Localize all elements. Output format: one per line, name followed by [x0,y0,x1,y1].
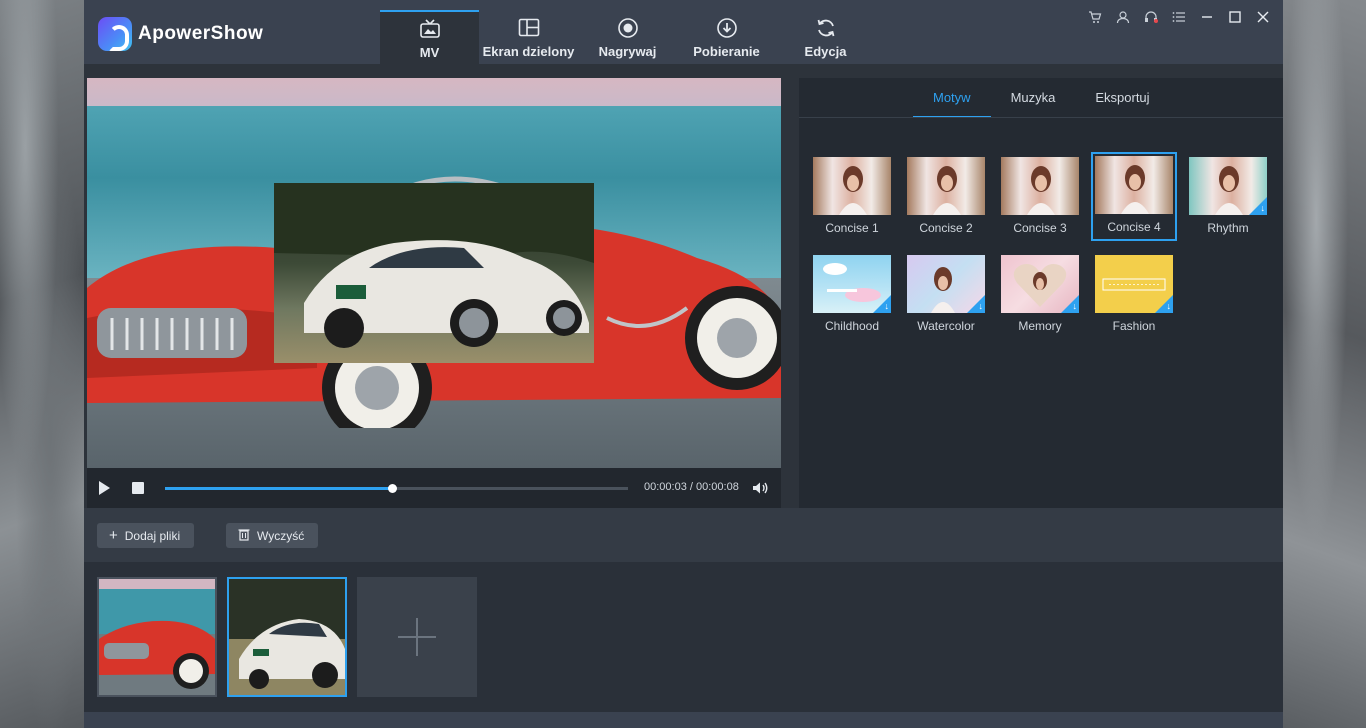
tab-music[interactable]: Muzyka [991,78,1076,118]
progress-bar[interactable] [165,484,628,493]
white-car-image [274,183,594,348]
add-files-button[interactable]: + Dodaj pliki [97,523,195,548]
volume-icon[interactable] [751,479,769,497]
theme-name: Memory [1018,319,1062,333]
clear-button[interactable]: Wyczyść [226,523,319,548]
tab-split-screen-label: Ekran dzielony [482,44,575,59]
record-icon [617,18,638,38]
minimize-icon[interactable] [1197,7,1217,27]
app-window: ApowerShow MV Ekran dzielony Nagrywaj Po… [84,0,1283,728]
trash-icon [238,528,250,544]
tab-download[interactable]: Pobieranie [677,10,776,64]
download-arrow-icon: ↓ [1072,301,1078,311]
close-icon[interactable] [1253,7,1273,27]
download-arrow-icon: ↓ [978,301,984,311]
tab-edit[interactable]: Edycja [776,10,875,64]
overlay-clip-white-car[interactable] [274,183,594,363]
window-controls [1085,7,1273,27]
download-icon [716,18,737,38]
split-screen-icon [518,18,539,37]
menu-icon[interactable] [1169,7,1189,27]
cart-icon[interactable] [1085,7,1105,27]
add-clip-plus-icon-vertical [416,618,418,656]
tab-mv[interactable]: MV [380,10,479,64]
tab-split-screen[interactable]: Ekran dzielony [479,10,578,64]
theme-thumbnail: ↓ [1095,255,1173,313]
desktop-background-right [1283,0,1366,728]
theme-concise-4[interactable]: Concise 4 [1091,152,1177,241]
refresh-icon [817,19,834,37]
theme-thumbnail: ↓ [1189,157,1267,215]
theme-concise-2[interactable]: Concise 2 [907,154,993,242]
theme-thumbnail [907,157,985,215]
main-nav: MV Ekran dzielony Nagrywaj Pobieranie Ed… [380,10,875,64]
plus-icon: + [109,527,118,544]
preview-sky [87,78,781,108]
clip-list [84,562,1283,712]
add-files-label: Dodaj pliki [124,528,181,543]
maximize-icon[interactable] [1225,7,1245,27]
panel-tabs: Motyw Muzyka Eksportuj [913,78,1170,118]
title-bar: ApowerShow MV Ekran dzielony Nagrywaj Po… [84,0,1283,64]
tab-download-label: Pobieranie [693,44,760,59]
theme-thumbnail: ↓ [813,255,891,313]
theme-name: Rhythm [1207,221,1249,235]
stop-icon[interactable] [132,482,144,494]
theme-thumbnail [813,157,891,215]
video-preview[interactable] [87,78,781,468]
panel-divider [799,117,1283,118]
theme-thumbnail: ↓ [907,255,985,313]
download-arrow-icon: ↓ [1260,203,1266,213]
add-clip-button[interactable] [357,577,477,697]
theme-concise-1[interactable]: Concise 1 [813,154,899,242]
apowershow-logo-icon [98,17,132,51]
progress-knob[interactable] [387,484,397,493]
tab-edit-label: Edycja [804,44,847,59]
progress-fill [165,487,392,490]
clip-thumbnail-red-car[interactable] [97,577,217,697]
download-arrow-icon: ↓ [884,301,890,311]
theme-concise-3[interactable]: Concise 3 [1001,154,1087,242]
theme-name: Concise 4 [1107,220,1161,234]
theme-childhood[interactable]: ↓ Childhood [813,252,899,340]
tab-record-label: Nagrywaj [598,44,657,59]
player-controls: 00:00:03 / 00:00:08 [87,468,781,508]
red-car-thumbnail-image [99,579,215,695]
clear-label: Wyczyść [257,528,305,543]
tab-export[interactable]: Eksportuj [1075,78,1169,118]
tab-theme[interactable]: Motyw [913,78,991,118]
theme-thumbnail [1001,157,1079,215]
theme-name: Childhood [824,319,880,333]
theme-name: Concise 3 [1013,221,1067,235]
theme-thumbnail: ↓ [1001,255,1079,313]
theme-watercolor[interactable]: ↓ Watercolor [907,252,993,340]
theme-fashion[interactable]: ↓ Fashion [1095,252,1181,340]
settings-panel: Motyw Muzyka Eksportuj Concise 1 Concise… [799,78,1283,508]
app-logo: ApowerShow [98,17,263,51]
theme-name: Watercolor [917,319,975,333]
theme-rhythm[interactable]: ↓ Rhythm [1189,154,1275,242]
tv-icon [419,19,440,38]
play-icon[interactable] [99,481,110,495]
tab-mv-label: MV [419,45,440,60]
app-title: ApowerShow [138,23,264,44]
theme-thumbnail [1095,156,1173,214]
theme-memory[interactable]: ↓ Memory [1001,252,1087,340]
theme-name: Fashion [1112,319,1156,333]
white-car-thumbnail-image [229,579,345,695]
status-bar [84,712,1283,728]
theme-name: Concise 1 [825,221,879,235]
support-icon[interactable] [1141,7,1161,27]
download-arrow-icon: ↓ [1166,301,1172,311]
tab-record[interactable]: Nagrywaj [578,10,677,64]
clip-toolbar: + Dodaj pliki Wyczyść [84,508,1283,562]
desktop-background-left [0,0,84,728]
clip-thumbnail-white-car[interactable] [227,577,347,697]
time-display: 00:00:03 / 00:00:08 [644,481,739,493]
user-icon[interactable] [1113,7,1133,27]
theme-name: Concise 2 [919,221,973,235]
